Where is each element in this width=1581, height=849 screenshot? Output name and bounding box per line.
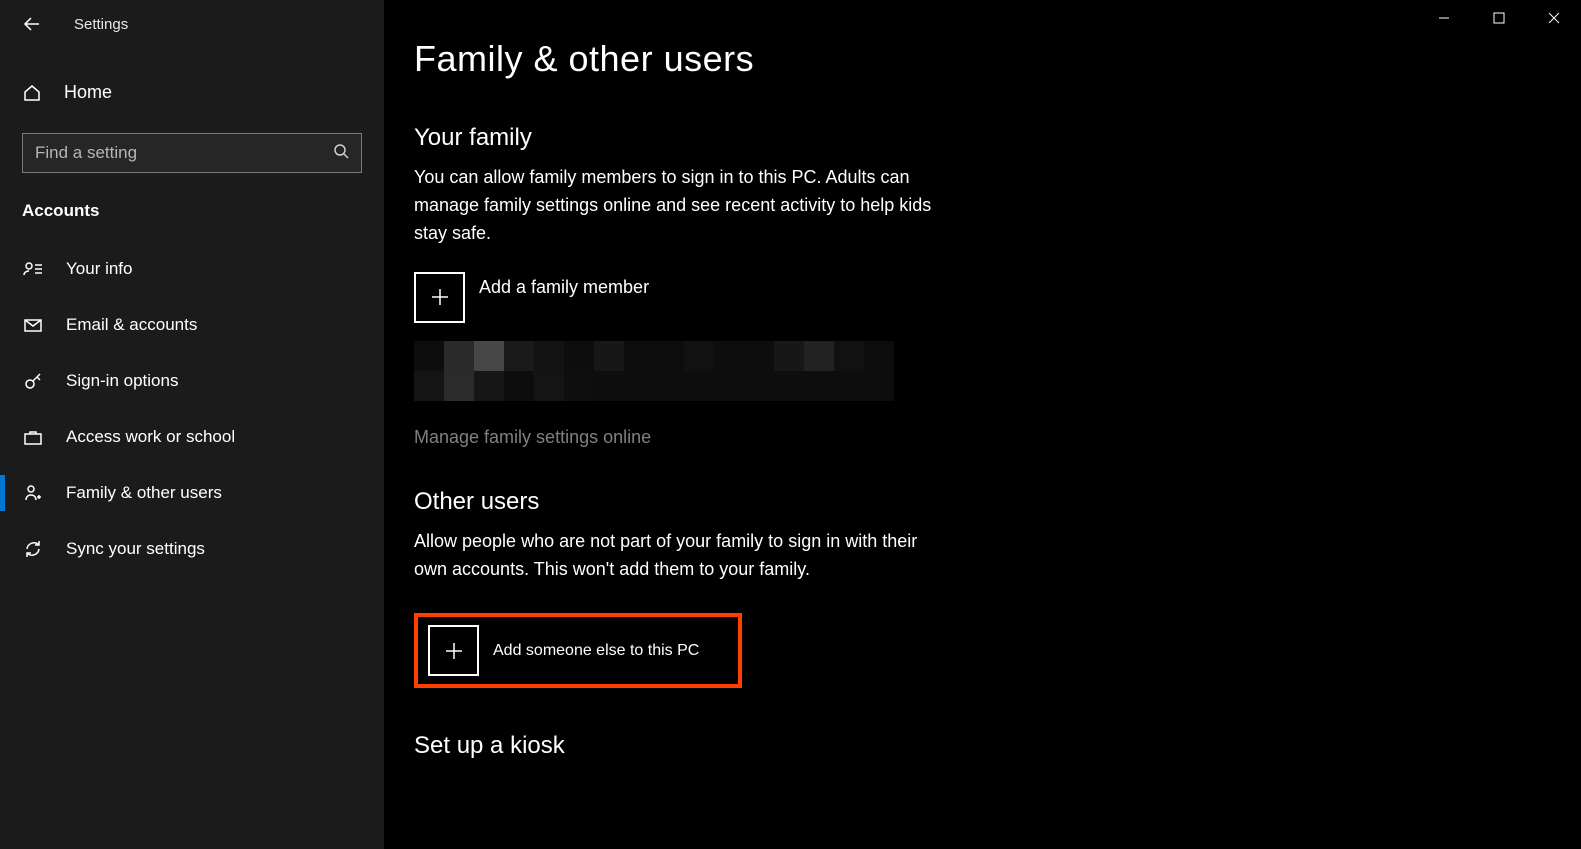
add-other-user-button[interactable]: Add someone else to this PC — [414, 613, 742, 688]
back-button[interactable] — [22, 14, 52, 34]
search-box[interactable] — [22, 133, 362, 173]
add-other-user-label: Add someone else to this PC — [493, 642, 699, 660]
family-member-redacted — [414, 341, 1174, 371]
sidebar-item-label: Sync your settings — [66, 539, 205, 559]
other-users-heading: Other users — [414, 488, 1174, 516]
your-family-desc: You can allow family members to sign in … — [414, 164, 934, 248]
section-title: Accounts — [22, 201, 384, 221]
home-link[interactable]: Home — [0, 68, 384, 117]
family-member-redacted-2 — [414, 371, 1174, 401]
sidebar-item-label: Access work or school — [66, 427, 235, 447]
main-content: Family & other users Your family You can… — [384, 0, 1581, 849]
other-users-desc: Allow people who are not part of your fa… — [414, 528, 934, 584]
sidebar-item-work[interactable]: Access work or school — [0, 409, 384, 465]
kiosk-heading: Set up a kiosk — [414, 732, 1174, 760]
sync-icon — [22, 539, 44, 559]
sidebar-item-label: Family & other users — [66, 483, 222, 503]
search-icon — [321, 143, 361, 164]
sidebar-item-sync[interactable]: Sync your settings — [0, 521, 384, 577]
app-title: Settings — [74, 16, 128, 33]
plus-icon — [428, 625, 479, 676]
sidebar-item-signin[interactable]: Sign-in options — [0, 353, 384, 409]
add-family-member-button[interactable]: Add a family member — [414, 272, 1174, 323]
family-icon — [22, 483, 44, 503]
person-card-icon — [22, 259, 44, 279]
mail-icon — [22, 315, 44, 335]
sidebar-item-family[interactable]: Family & other users — [0, 465, 384, 521]
minimize-button[interactable] — [1416, 0, 1471, 36]
window-controls — [1416, 0, 1581, 36]
key-icon — [22, 371, 44, 391]
sidebar-header: Settings — [0, 0, 384, 48]
search-input[interactable] — [23, 143, 321, 163]
sidebar-item-label: Email & accounts — [66, 315, 197, 335]
add-family-label: Add a family member — [479, 277, 649, 298]
plus-icon — [414, 272, 465, 323]
your-family-heading: Your family — [414, 124, 1174, 152]
close-button[interactable] — [1526, 0, 1581, 36]
sidebar-item-label: Your info — [66, 259, 132, 279]
sidebar-item-your-info[interactable]: Your info — [0, 241, 384, 297]
sidebar: Settings Home Accounts Your info — [0, 0, 384, 849]
sidebar-item-label: Sign-in options — [66, 371, 178, 391]
manage-family-link[interactable]: Manage family settings online — [414, 427, 651, 448]
maximize-button[interactable] — [1471, 0, 1526, 36]
home-icon — [22, 83, 42, 103]
sidebar-item-email[interactable]: Email & accounts — [0, 297, 384, 353]
page-title: Family & other users — [414, 38, 1174, 80]
home-label: Home — [64, 82, 112, 103]
briefcase-icon — [22, 427, 44, 447]
